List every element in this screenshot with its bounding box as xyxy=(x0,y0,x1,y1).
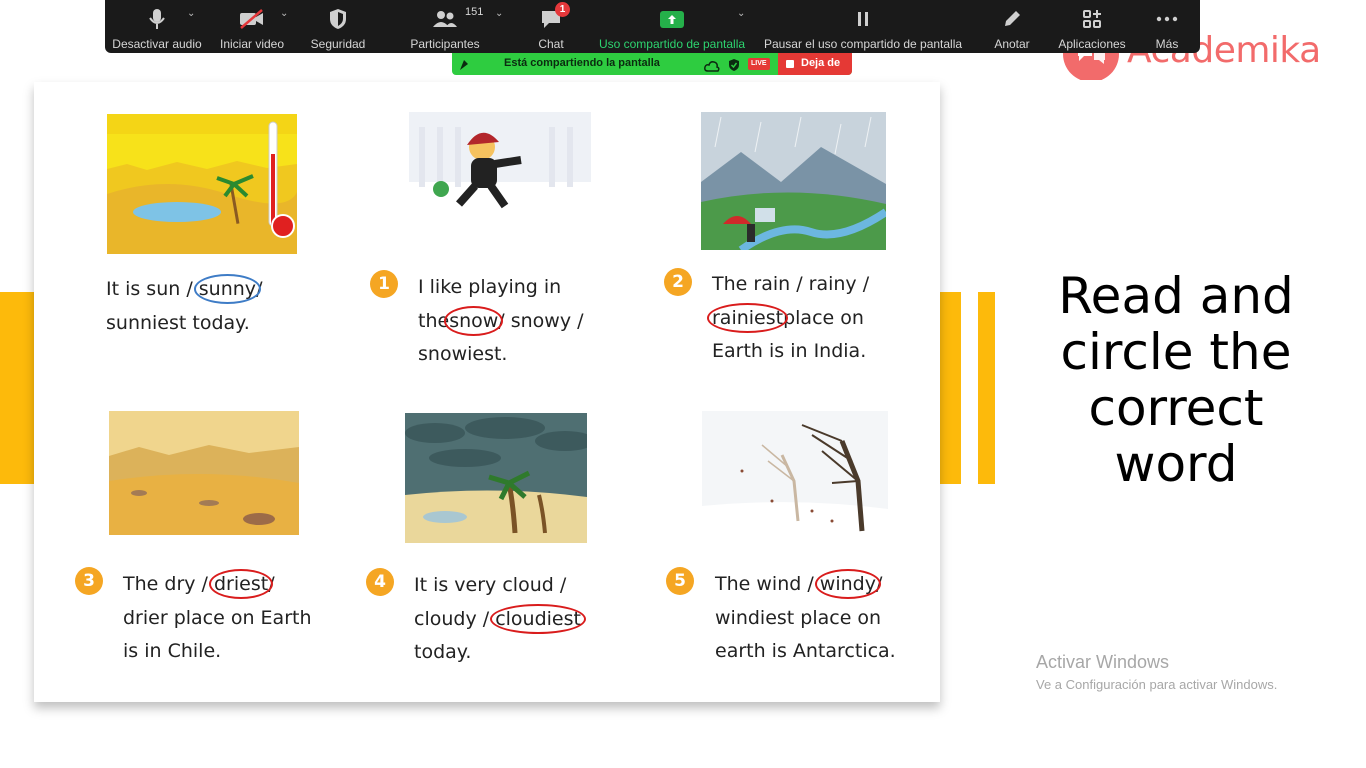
activate-windows-subtitle: Ve a Configuración para activar Windows. xyxy=(1036,677,1278,692)
cloud-icon xyxy=(704,58,720,75)
circled-answer-snow: snow xyxy=(444,306,504,336)
item-number-2: 2 xyxy=(664,268,692,296)
worksheet: It is sun / sunny/ sunniest today. 1 I l… xyxy=(34,82,940,702)
mute-audio-label: Desactivar audio xyxy=(112,37,202,51)
item1-line-1: I like playing in xyxy=(418,276,562,298)
annotate-label: Anotar xyxy=(994,37,1030,51)
decor-bar-right-1 xyxy=(938,292,961,484)
item2-line-1: The rain / rainy / xyxy=(712,273,870,295)
microphone-icon xyxy=(149,4,165,34)
item3-line-3: is in Chile. xyxy=(123,640,222,662)
stop-share-button[interactable]: Deja de xyxy=(778,53,852,75)
picture-hot-desert xyxy=(107,114,297,254)
meeting-toolbar: Desactivar audio ⌄ Iniciar video ⌄ Segur… xyxy=(105,0,1200,53)
item1-line-3: snowiest. xyxy=(418,343,508,365)
share-options-caret[interactable]: ⌄ xyxy=(737,8,745,19)
pause-icon xyxy=(855,4,871,34)
banner-grip-icon[interactable] xyxy=(458,57,470,75)
item2-line-3: Earth is in India. xyxy=(712,340,867,362)
picture-windy-tree xyxy=(702,411,888,539)
picture-snow xyxy=(409,112,591,224)
circled-answer-windy: windy xyxy=(814,569,882,599)
circled-answer-rainiest: rainiest xyxy=(706,303,789,333)
start-video-button[interactable]: Iniciar video xyxy=(215,0,289,53)
instruction-line-2: circle the xyxy=(1060,323,1292,381)
apps-icon xyxy=(1082,4,1102,34)
sharing-banner: Está compartiendo la pantalla LIVE Deja … xyxy=(452,53,852,75)
chat-icon: 1 xyxy=(540,2,570,34)
start-video-label: Iniciar video xyxy=(219,37,285,51)
security-button[interactable]: Seguridad xyxy=(305,0,371,53)
pause-share-button[interactable]: Pausar el uso compartido de pantalla xyxy=(763,0,963,53)
participants-options-caret[interactable]: ⌄ xyxy=(495,8,503,19)
decor-bar-left xyxy=(0,292,35,484)
stop-share-label: Deja de xyxy=(801,57,841,69)
apps-button[interactable]: Aplicaciones xyxy=(1055,0,1129,53)
item5-line-1: The wind / windy/ xyxy=(715,569,883,599)
stop-icon xyxy=(786,60,794,68)
item5-line-2: windiest place on xyxy=(715,607,882,629)
item2-line-2: rainiestplace on xyxy=(706,303,864,333)
item-number-5: 5 xyxy=(666,567,694,595)
chat-button[interactable]: 1 Chat xyxy=(531,0,571,53)
security-label: Seguridad xyxy=(310,37,366,51)
example-line-1: It is sun / sunny/ xyxy=(106,274,263,304)
more-button[interactable]: Más xyxy=(1149,0,1185,53)
chat-label: Chat xyxy=(538,37,564,51)
item-number-3: 3 xyxy=(75,567,103,595)
item3-line-1: The dry / driest/ xyxy=(123,569,275,599)
circled-answer-sunny: sunny xyxy=(193,274,262,304)
more-dots-icon xyxy=(1156,4,1178,34)
decor-bar-right-2 xyxy=(978,292,995,484)
participants-label: Participantes xyxy=(410,37,480,51)
chat-unread-badge: 1 xyxy=(555,2,570,17)
audio-options-caret[interactable]: ⌄ xyxy=(187,8,195,19)
picture-dry-desert xyxy=(109,411,299,535)
video-off-icon xyxy=(239,4,265,34)
item4-line-2: cloudy / cloudiest xyxy=(414,604,586,634)
share-screen-label: Uso compartido de pantalla xyxy=(598,37,746,51)
item3-line-2: drier place on Earth xyxy=(123,607,312,629)
item-number-1: 1 xyxy=(370,270,398,298)
participants-icon xyxy=(432,4,458,34)
example-line-2: sunniest today. xyxy=(106,312,250,334)
circled-answer-cloudiest: cloudiest xyxy=(490,604,586,634)
sharing-banner-text: Está compartiendo la pantalla xyxy=(504,57,660,69)
pencil-icon xyxy=(1002,4,1022,34)
item1-line-2: thesnow/ snowy / xyxy=(418,306,584,336)
item5-line-3: earth is Antarctica. xyxy=(715,640,896,662)
circled-answer-driest: driest xyxy=(208,569,274,599)
instruction-line-1: Read and xyxy=(1058,267,1294,325)
instruction-line-4: word xyxy=(1114,435,1238,493)
live-badge: LIVE xyxy=(748,58,770,70)
item4-line-1: It is very cloud / xyxy=(414,574,567,596)
shield-check-icon xyxy=(728,57,740,75)
video-options-caret[interactable]: ⌄ xyxy=(280,8,288,19)
pause-share-label: Pausar el uso compartido de pantalla xyxy=(763,37,963,51)
apps-label: Aplicaciones xyxy=(1058,37,1126,51)
picture-cloudy-beach xyxy=(405,413,587,543)
share-screen-button[interactable]: Uso compartido de pantalla xyxy=(595,0,749,53)
participants-count: 151 xyxy=(465,6,484,18)
annotate-button[interactable]: Anotar xyxy=(987,0,1037,53)
instruction-line-3: correct xyxy=(1088,379,1264,437)
item4-line-3: today. xyxy=(414,641,472,663)
share-screen-icon xyxy=(660,4,684,34)
more-label: Más xyxy=(1155,37,1179,51)
activate-windows-title: Activar Windows xyxy=(1036,652,1170,672)
picture-rain xyxy=(701,112,886,250)
item-number-4: 4 xyxy=(366,568,394,596)
shield-icon xyxy=(329,4,347,34)
instruction-text: Read and circle the correct word xyxy=(1040,268,1312,492)
